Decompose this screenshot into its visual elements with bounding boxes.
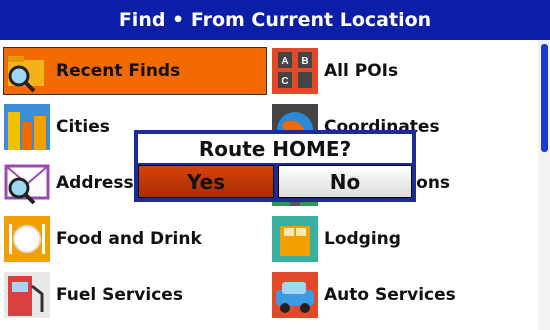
menu-item-label: All POIs: [324, 61, 399, 81]
recent-finds-icon: [4, 48, 50, 94]
menu-item-label: Auto Services: [324, 285, 456, 305]
scrollbar-thumb[interactable]: [541, 44, 548, 152]
title-bar: Find • From Current Location: [0, 0, 550, 40]
svg-text:A: A: [281, 56, 288, 67]
menu-item-label: Recent Finds: [56, 61, 181, 81]
auto-services-icon: [272, 272, 318, 318]
menu-item-all-pois[interactable]: A B C All POIs: [272, 48, 512, 94]
no-button[interactable]: No: [278, 165, 412, 198]
menu-item-label: Lodging: [324, 229, 401, 249]
menu-item-lodging[interactable]: Lodging: [272, 216, 512, 262]
menu-item-label: Fuel Services: [56, 285, 183, 305]
menu-item-label: Cities: [56, 117, 110, 137]
menu-item-cities[interactable]: Cities: [4, 104, 134, 150]
all-pois-icon: A B C: [272, 48, 318, 94]
dialog-question: Route HOME?: [138, 134, 412, 163]
svg-text:B: B: [301, 56, 308, 67]
lodging-icon: [272, 216, 318, 262]
menu-item-label: Food and Drink: [56, 229, 202, 249]
menu-item-recent-finds[interactable]: Recent Finds: [3, 47, 267, 95]
menu-item-addresses[interactable]: Addresses: [4, 160, 155, 206]
addresses-icon: [4, 160, 50, 206]
page-title: Find • From Current Location: [118, 9, 432, 31]
svg-text:C: C: [281, 76, 288, 87]
menu-item-auto-services[interactable]: Auto Services: [272, 272, 522, 318]
fuel-services-icon: [4, 272, 50, 318]
route-home-dialog: Route HOME? Yes No: [134, 130, 416, 202]
menu-item-food-and-drink[interactable]: Food and Drink: [4, 216, 234, 262]
food-and-drink-icon: [4, 216, 50, 262]
yes-button[interactable]: Yes: [138, 165, 274, 198]
cities-icon: [4, 104, 50, 150]
menu-item-fuel-services[interactable]: Fuel Services: [4, 272, 234, 318]
